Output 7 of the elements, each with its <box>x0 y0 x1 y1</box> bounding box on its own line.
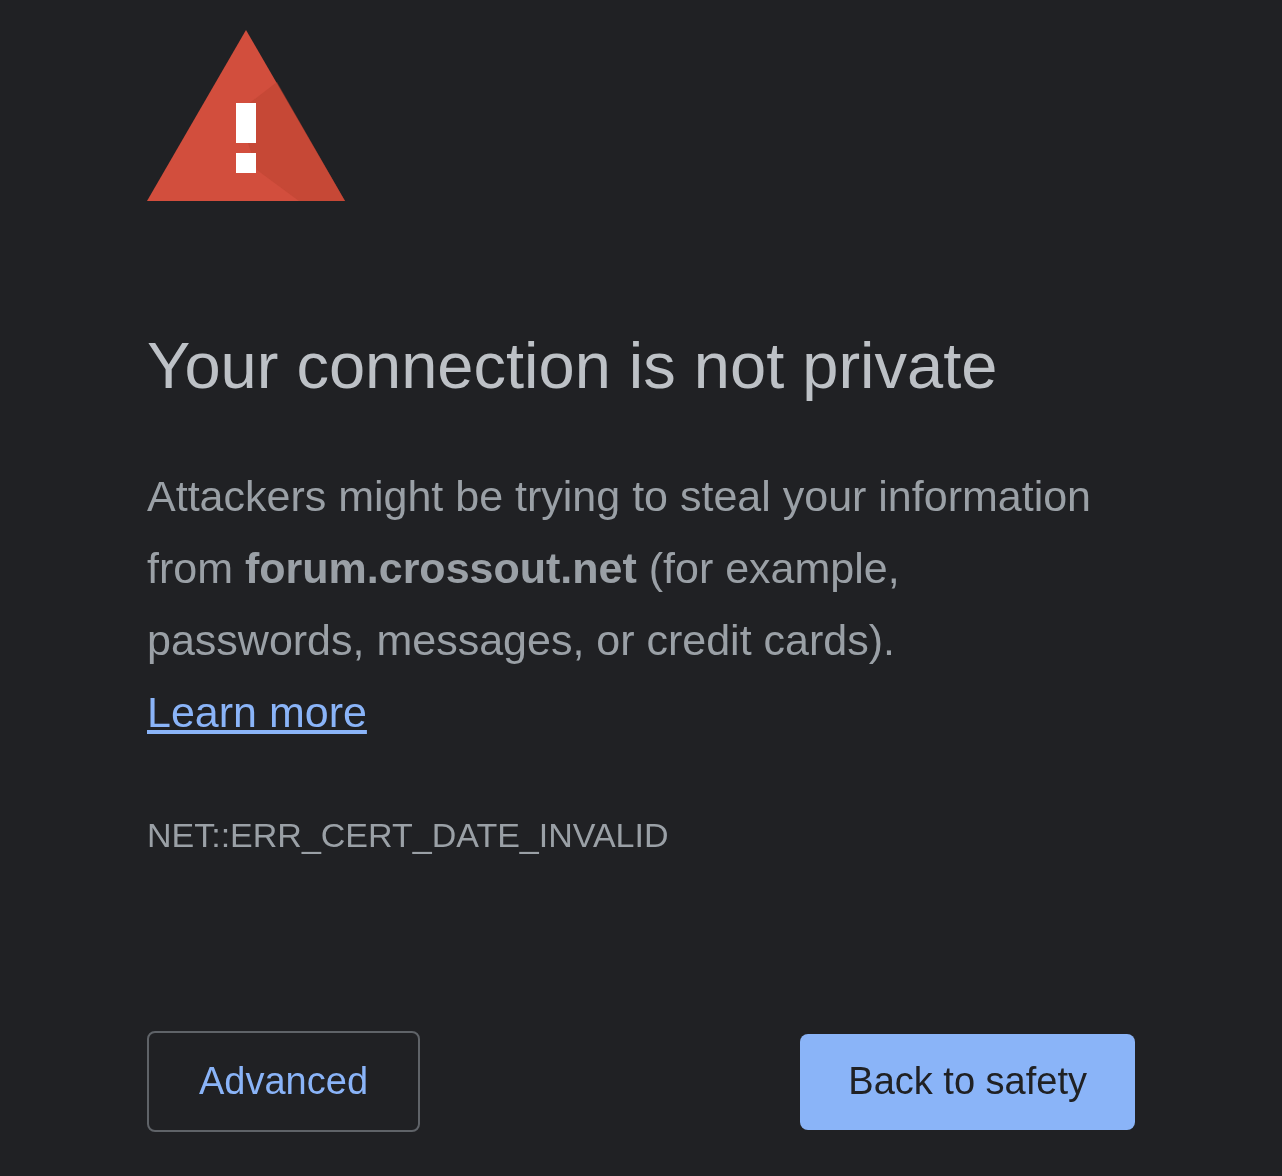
warning-text: Attackers might be trying to steal your information from forum.crossout.net (for example, passwords, messages, or credit cards). Learn more <box>147 471 1093 738</box>
learn-more-link[interactable]: Learn more <box>147 688 367 736</box>
page-title: Your connection is not private <box>147 328 998 404</box>
error-code: NET::ERR_CERT_DATE_INVALID <box>147 815 669 856</box>
warning-icon <box>147 30 345 201</box>
advanced-button[interactable]: Advanced <box>147 1031 420 1132</box>
back-button[interactable]: Back to safety <box>800 1033 1135 1130</box>
